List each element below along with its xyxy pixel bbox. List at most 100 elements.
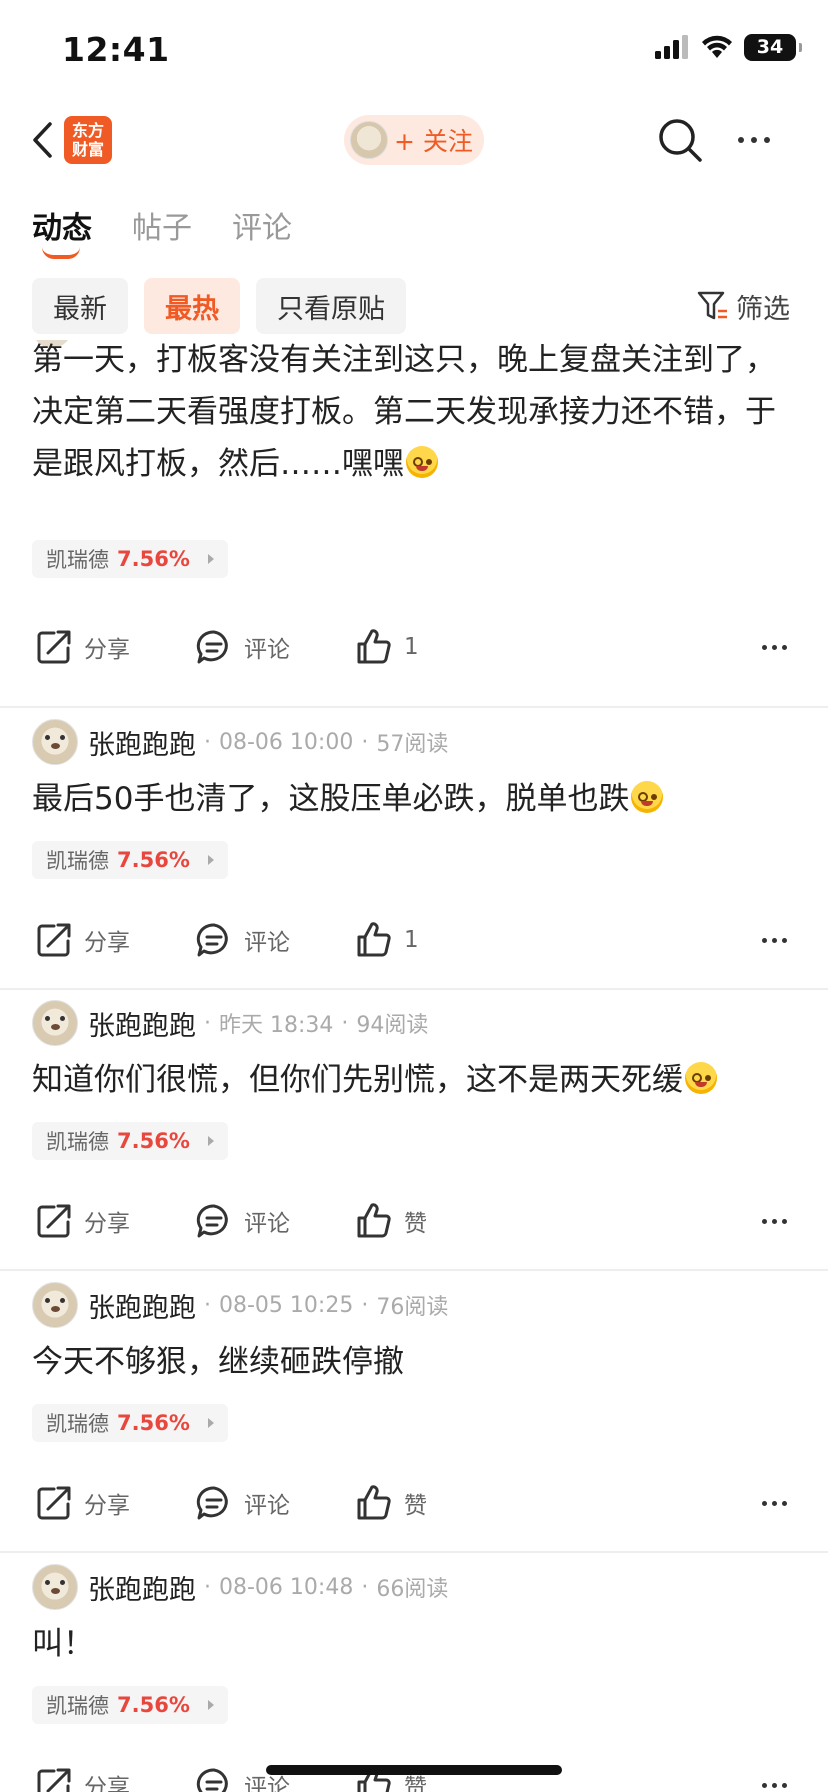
play-arrow-icon	[207, 554, 214, 564]
author-name[interactable]: 张跑跑跑	[88, 723, 196, 762]
home-indicator[interactable]	[266, 1765, 562, 1775]
stock-name: 凯瑞德	[46, 1412, 109, 1436]
avatar[interactable]	[32, 1564, 78, 1610]
read-count: 57阅读	[376, 732, 449, 757]
app-logo[interactable]: 东方 财富	[64, 116, 112, 164]
grinning-emoji-icon	[685, 1062, 717, 1094]
avatar[interactable]	[32, 719, 78, 765]
tab-dynamic[interactable]: 动态	[32, 203, 92, 247]
tab-bar: 动态 帖子 评论	[0, 195, 828, 265]
search-button[interactable]	[656, 116, 704, 164]
author-name[interactable]: 张跑跑跑	[88, 1286, 196, 1325]
post-content[interactable]: 第一天，打板客没有关注到这只，晚上复盘关注到了，决定第二天看强度打板。第二天发现…	[32, 340, 792, 490]
like-button[interactable]: 1	[354, 915, 419, 965]
post-content[interactable]: 知道你们很慌，但你们先别慌，这不是两天死缓	[32, 1054, 792, 1106]
more-dot-icon	[761, 937, 767, 943]
comment-icon	[196, 1486, 228, 1520]
play-arrow-icon	[207, 1418, 214, 1428]
more-dot-icon	[771, 1218, 777, 1224]
chip-latest[interactable]: 最新	[32, 278, 128, 334]
post-more-button[interactable]	[754, 915, 794, 965]
author-row: 张跑跑跑 · 08-05 10:25 · 76阅读	[32, 1280, 448, 1330]
avatar	[350, 121, 388, 159]
more-dot-icon	[771, 937, 777, 943]
divider	[0, 988, 828, 990]
stock-change: 7.56%	[117, 1693, 190, 1717]
more-dot-icon	[771, 644, 777, 650]
share-button[interactable]: 分享	[34, 1196, 130, 1246]
more-menu-button[interactable]	[730, 116, 778, 164]
share-icon	[37, 1768, 71, 1792]
divider	[0, 706, 828, 708]
author-name[interactable]: 张跑跑跑	[88, 1004, 196, 1043]
comment-button[interactable]: 评论	[194, 622, 290, 672]
stock-tag[interactable]: 凯瑞德 7.56%	[32, 1686, 228, 1724]
share-button[interactable]: 分享	[34, 915, 130, 965]
stock-tag[interactable]: 凯瑞德 7.56%	[32, 1122, 228, 1160]
post-time: 08-06 10:48	[219, 1574, 354, 1600]
play-arrow-icon	[207, 855, 214, 865]
separator-dot: ·	[361, 1292, 369, 1318]
comment-label: 评论	[244, 930, 290, 956]
follow-button[interactable]: + 关注	[344, 115, 484, 165]
divider	[0, 1551, 828, 1553]
like-count: 1	[404, 927, 419, 953]
chip-original-only[interactable]: 只看原贴	[256, 278, 406, 334]
thumbs-up-icon	[357, 922, 391, 957]
post-content[interactable]: 今天不够狠，继续砸跌停撤	[32, 1336, 792, 1388]
post-actions: 分享 评论 赞	[0, 1196, 828, 1246]
divider	[0, 1269, 828, 1271]
stock-name: 凯瑞德	[46, 1694, 109, 1718]
thumbs-up-icon	[357, 1485, 391, 1520]
like-button[interactable]: 1	[354, 622, 419, 672]
share-button[interactable]: 分享	[34, 1760, 130, 1792]
post-content[interactable]: 最后50手也清了，这股压单必跌，脱单也跌	[32, 773, 792, 825]
more-dot-icon	[751, 137, 757, 143]
tab-comments[interactable]: 评论	[232, 203, 292, 247]
play-arrow-icon	[207, 1700, 214, 1710]
comment-icon	[196, 630, 228, 664]
post-more-button[interactable]	[754, 1478, 794, 1528]
like-button[interactable]: 赞	[354, 1478, 427, 1528]
post-actions: 分享 评论 赞	[0, 1478, 828, 1528]
cellular-signal-icon	[655, 35, 688, 59]
post-content[interactable]: 叫！	[32, 1618, 792, 1670]
stock-name: 凯瑞德	[46, 849, 109, 873]
stock-tag[interactable]: 凯瑞德 7.56%	[32, 1404, 228, 1442]
separator-dot: ·	[361, 1574, 369, 1600]
post-more-button[interactable]	[754, 1196, 794, 1246]
post-feed[interactable]: 第一天，打板客没有关注到这只，晚上复盘关注到了，决定第二天看强度打板。第二天发现…	[0, 340, 828, 1792]
more-dot-icon	[761, 644, 767, 650]
comment-button[interactable]: 评论	[194, 915, 290, 965]
post-time: 08-06 10:00	[219, 729, 354, 755]
back-button[interactable]	[22, 116, 62, 164]
stock-tag[interactable]: 凯瑞德 7.56%	[32, 540, 228, 578]
stock-tag[interactable]: 凯瑞德 7.56%	[32, 841, 228, 879]
post-actions: 分享 评论 1	[0, 622, 828, 672]
comment-label: 评论	[244, 637, 290, 663]
filter-button[interactable]: 筛选	[696, 284, 790, 328]
comment-label: 评论	[244, 1211, 290, 1237]
smile-emoji-icon	[631, 781, 664, 813]
author-row: 张跑跑跑 · 08-06 10:00 · 57阅读	[32, 717, 448, 767]
post-more-button[interactable]	[754, 1760, 794, 1792]
search-icon	[659, 119, 702, 162]
post-time: 08-05 10:25	[219, 1292, 354, 1318]
author-name[interactable]: 张跑跑跑	[88, 1568, 196, 1607]
tab-posts[interactable]: 帖子	[132, 203, 192, 247]
avatar[interactable]	[32, 1000, 78, 1046]
read-count: 94阅读	[356, 1013, 429, 1038]
comment-button[interactable]: 评论	[194, 1478, 290, 1528]
share-label: 分享	[84, 637, 130, 663]
comment-button[interactable]: 评论	[194, 1196, 290, 1246]
filter-label: 筛选	[736, 293, 790, 325]
share-button[interactable]: 分享	[34, 622, 130, 672]
chip-hottest[interactable]: 最热	[144, 278, 240, 334]
share-button[interactable]: 分享	[34, 1478, 130, 1528]
more-dot-icon	[781, 1500, 787, 1506]
share-label: 分享	[84, 1211, 130, 1237]
avatar[interactable]	[32, 1282, 78, 1328]
post-more-button[interactable]	[754, 622, 794, 672]
like-button[interactable]: 赞	[354, 1196, 427, 1246]
active-tab-indicator	[42, 247, 80, 259]
